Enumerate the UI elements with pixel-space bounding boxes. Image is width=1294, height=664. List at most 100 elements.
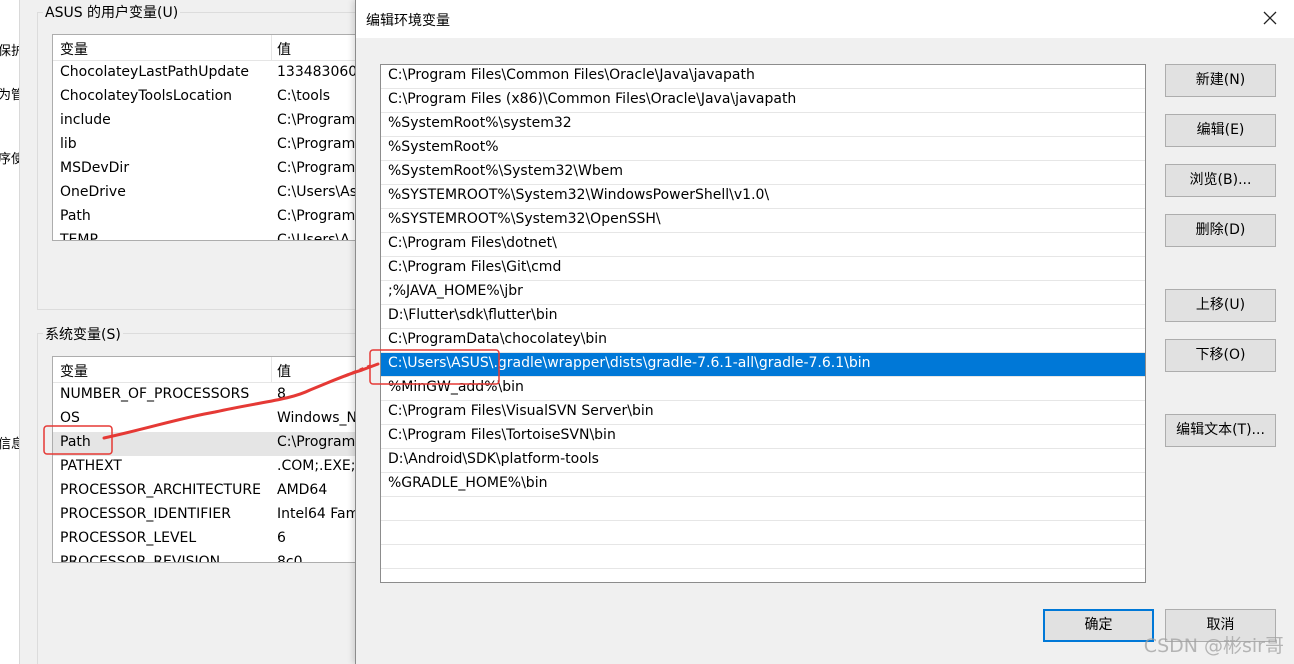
- path-entry[interactable]: D:\Android\SDK\platform-tools: [381, 449, 1145, 473]
- path-entry[interactable]: %SystemRoot%: [381, 137, 1145, 161]
- variable-row[interactable]: OS Windows_N: [53, 408, 371, 432]
- path-entry-text: %SYSTEMROOT%\System32\OpenSSH\: [388, 211, 661, 227]
- variable-row[interactable]: include C:\Program: [53, 110, 371, 134]
- new-button[interactable]: 新建(N): [1165, 64, 1276, 97]
- path-entry-empty[interactable]: [381, 497, 1145, 521]
- edit-button[interactable]: 编辑(E): [1165, 114, 1276, 147]
- system-col-variable[interactable]: 变量: [60, 361, 88, 381]
- browse-button[interactable]: 浏览(B)...: [1165, 164, 1276, 197]
- variable-row[interactable]: PATHEXT .COM;.EXE;: [53, 456, 371, 480]
- variable-name: PROCESSOR_ARCHITECTURE: [60, 482, 261, 498]
- delete-button[interactable]: 删除(D): [1165, 214, 1276, 247]
- path-entry-text: C:\Program Files\TortoiseSVN\bin: [388, 427, 616, 443]
- variable-value: Intel64 Fam: [277, 506, 360, 522]
- environment-variables-window: 保护 为管 序使 信息 ASUS 的用户变量(U) 变量 值 Chocolate…: [0, 0, 372, 664]
- path-entry[interactable]: C:\ProgramData\chocolatey\bin: [381, 329, 1145, 353]
- variable-value: Windows_N: [277, 410, 357, 426]
- path-entry-text: %SystemRoot%\system32: [388, 115, 572, 131]
- path-entry[interactable]: C:\Users\ASUS\.gradle\wrapper\dists\grad…: [381, 353, 1145, 377]
- variable-value: C:\Program: [277, 160, 356, 176]
- dialog-titlebar[interactable]: 编辑环境变量: [356, 0, 1294, 38]
- variable-row[interactable]: lib C:\Program: [53, 134, 371, 158]
- path-entry[interactable]: %SystemRoot%\system32: [381, 113, 1145, 137]
- variable-name: OneDrive: [60, 184, 126, 200]
- left-fragment-2: 为管: [0, 84, 19, 103]
- user-col-variable[interactable]: 变量: [60, 39, 88, 59]
- variable-value: C:\Program: [277, 112, 356, 128]
- move-down-button[interactable]: 下移(O): [1165, 339, 1276, 372]
- path-entry-text: C:\Program Files\Git\cmd: [388, 259, 562, 275]
- variable-name: MSDevDir: [60, 160, 130, 176]
- column-divider[interactable]: [271, 357, 272, 383]
- path-entry[interactable]: C:\Program Files\Common Files\Oracle\Jav…: [381, 65, 1145, 89]
- variable-row[interactable]: PROCESSOR_IDENTIFIER Intel64 Fam: [53, 504, 371, 528]
- path-entry[interactable]: C:\Program Files (x86)\Common Files\Orac…: [381, 89, 1145, 113]
- csdn-watermark: CSDN @彬sir哥: [1143, 635, 1284, 657]
- move-up-button[interactable]: 上移(U): [1165, 289, 1276, 322]
- path-entry-text: C:\Program Files (x86)\Common Files\Orac…: [388, 91, 797, 107]
- path-entry[interactable]: %SYSTEMROOT%\System32\WindowsPowerShell\…: [381, 185, 1145, 209]
- left-fragment-1: 保护: [0, 40, 19, 59]
- variable-name: Path: [60, 434, 91, 450]
- path-entry-text: %SystemRoot%: [388, 139, 499, 155]
- path-entry-text: C:\Users\ASUS\.gradle\wrapper\dists\grad…: [388, 355, 871, 371]
- user-vars-list[interactable]: 变量 值 ChocolateyLastPathUpdate 133483060 Ch…: [52, 34, 372, 241]
- variable-name: TEMP: [60, 232, 98, 241]
- system-vars-title: 系统变量(S): [43, 324, 123, 344]
- variable-value: 133483060: [277, 64, 358, 80]
- variable-row[interactable]: PROCESSOR_LEVEL 6: [53, 528, 371, 552]
- path-entry-text: D:\Flutter\sdk\flutter\bin: [388, 307, 558, 323]
- variable-name: NUMBER_OF_PROCESSORS: [60, 386, 250, 402]
- variable-row[interactable]: PROCESSOR_ARCHITECTURE AMD64: [53, 480, 371, 504]
- variable-value: AMD64: [277, 482, 328, 498]
- path-entry[interactable]: %SystemRoot%\System32\Wbem: [381, 161, 1145, 185]
- system-col-value[interactable]: 值: [277, 361, 291, 381]
- path-entry[interactable]: %SYSTEMROOT%\System32\OpenSSH\: [381, 209, 1145, 233]
- user-vars-header: 变量 值: [53, 35, 371, 61]
- path-entry[interactable]: C:\Program Files\VisualSVN Server\bin: [381, 401, 1145, 425]
- user-col-value[interactable]: 值: [277, 39, 291, 59]
- variable-name: PROCESSOR_IDENTIFIER: [60, 506, 231, 522]
- path-entry-empty[interactable]: [381, 521, 1145, 545]
- path-entry-text: C:\Program Files\dotnet\: [388, 235, 557, 251]
- path-entry-text: ;%JAVA_HOME%\jbr: [388, 283, 523, 299]
- path-entry-text: D:\Android\SDK\platform-tools: [388, 451, 599, 467]
- variable-name: PROCESSOR_LEVEL: [60, 530, 197, 546]
- variable-name: lib: [60, 136, 77, 152]
- variable-value: C:\tools: [277, 88, 331, 104]
- path-entries-list[interactable]: C:\Program Files\Common Files\Oracle\Jav…: [380, 64, 1146, 583]
- path-entry[interactable]: C:\Program Files\dotnet\: [381, 233, 1145, 257]
- user-vars-title: ASUS 的用户变量(U): [43, 2, 181, 22]
- variable-row[interactable]: NUMBER_OF_PROCESSORS 8: [53, 384, 371, 408]
- path-entry[interactable]: C:\Program Files\Git\cmd: [381, 257, 1145, 281]
- variable-row[interactable]: PROCESSOR_REVISION 8c0: [53, 552, 371, 562]
- dialog-title: 编辑环境变量: [366, 13, 450, 29]
- variable-value: C:\Program: [277, 434, 356, 450]
- path-entry[interactable]: %GRADLE_HOME%\bin: [381, 473, 1145, 497]
- variable-row[interactable]: TEMP C:\Users\A: [53, 230, 371, 241]
- path-entry[interactable]: C:\Program Files\TortoiseSVN\bin: [381, 425, 1145, 449]
- variable-row[interactable]: ChocolateyLastPathUpdate 133483060: [53, 62, 371, 86]
- variable-name: ChocolateyToolsLocation: [60, 88, 233, 104]
- system-vars-list[interactable]: 变量 值 NUMBER_OF_PROCESSORS 8 OS Windows_N Pat…: [52, 356, 372, 563]
- variable-row[interactable]: OneDrive C:\Users\As: [53, 182, 371, 206]
- variable-name: OS: [60, 410, 80, 426]
- variable-row[interactable]: Path C:\Program: [53, 206, 371, 230]
- path-entry[interactable]: %MinGW_add%\bin: [381, 377, 1145, 401]
- variable-value: C:\Users\As: [277, 184, 358, 200]
- variable-row[interactable]: MSDevDir C:\Program: [53, 158, 371, 182]
- path-entry-empty[interactable]: [381, 545, 1145, 569]
- path-entry-text: C:\Program Files\Common Files\Oracle\Jav…: [388, 67, 755, 83]
- path-entry[interactable]: D:\Flutter\sdk\flutter\bin: [381, 305, 1145, 329]
- path-entry-text: %MinGW_add%\bin: [388, 379, 524, 395]
- ok-button[interactable]: 确定: [1043, 609, 1154, 642]
- variable-name: PATHEXT: [60, 458, 122, 474]
- path-entry[interactable]: ;%JAVA_HOME%\jbr: [381, 281, 1145, 305]
- close-icon[interactable]: [1258, 6, 1282, 30]
- edit-text-button[interactable]: 编辑文本(T)...: [1165, 414, 1276, 447]
- column-divider[interactable]: [271, 35, 272, 61]
- system-vars-header: 变量 值: [53, 357, 371, 383]
- variable-row[interactable]: Path C:\Program: [53, 432, 371, 456]
- variable-row[interactable]: ChocolateyToolsLocation C:\tools: [53, 86, 371, 110]
- variable-value: 6: [277, 530, 286, 546]
